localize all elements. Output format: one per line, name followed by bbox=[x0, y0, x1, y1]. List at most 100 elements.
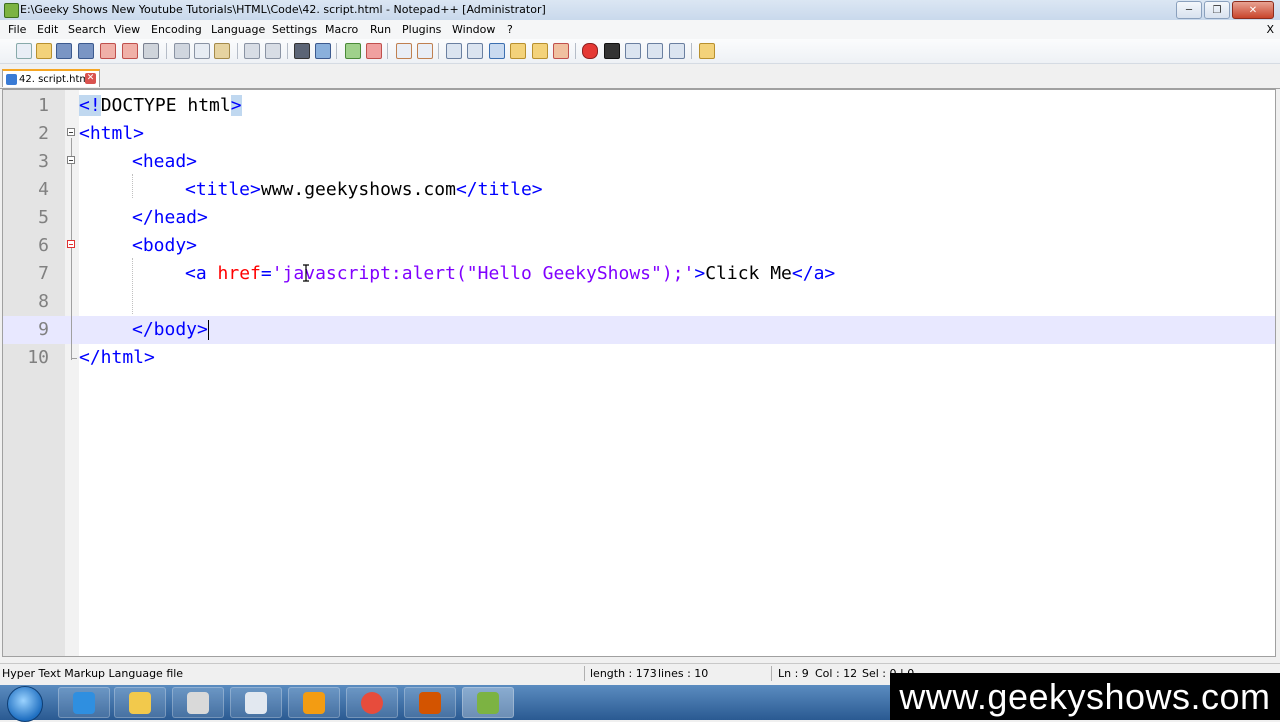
save-macro-icon[interactable] bbox=[669, 43, 685, 59]
sync-horizontal-icon[interactable] bbox=[417, 43, 433, 59]
launch-browser-icon[interactable] bbox=[699, 43, 715, 59]
body-close-tag: </body> bbox=[132, 319, 208, 340]
chrome-icon bbox=[361, 691, 383, 714]
menu-window[interactable]: Window bbox=[452, 23, 495, 36]
line-content: <head> bbox=[132, 148, 197, 176]
run-macro-multiple-icon[interactable] bbox=[647, 43, 663, 59]
taskbar-powerpoint[interactable] bbox=[404, 687, 456, 718]
undo-icon[interactable] bbox=[244, 43, 260, 59]
toolbar-separator bbox=[166, 43, 167, 59]
menu-view[interactable]: View bbox=[114, 23, 140, 36]
menu-edit[interactable]: Edit bbox=[37, 23, 58, 36]
open-file-icon[interactable] bbox=[36, 43, 52, 59]
stop-macro-icon[interactable] bbox=[604, 43, 620, 59]
menu-plugins[interactable]: Plugins bbox=[402, 23, 441, 36]
line-content: <a href='javascript:alert("Hello GeekySh… bbox=[185, 260, 835, 288]
user-language-icon[interactable] bbox=[510, 43, 526, 59]
notepad-plus-plus-icon bbox=[4, 3, 19, 18]
sync-vertical-icon[interactable] bbox=[396, 43, 412, 59]
watermark-text: www.geekyshows.com bbox=[899, 675, 1271, 717]
menu-search[interactable]: Search bbox=[68, 23, 106, 36]
close-icon[interactable] bbox=[100, 43, 116, 59]
minimize-button[interactable]: ─ bbox=[1176, 1, 1202, 19]
toolbar-separator bbox=[575, 43, 576, 59]
line-number: 1 bbox=[38, 95, 49, 116]
text-caret bbox=[207, 320, 209, 340]
line-content: <body> bbox=[132, 232, 197, 260]
body-open-tag: <body> bbox=[132, 235, 198, 256]
indent-guide-icon[interactable] bbox=[489, 43, 505, 59]
find-icon[interactable] bbox=[294, 43, 310, 59]
taskbar-file-explorer[interactable] bbox=[114, 687, 166, 718]
menu-help[interactable]: ? bbox=[507, 23, 513, 36]
internet-explorer-icon bbox=[73, 691, 95, 714]
code-line: 3 <head> bbox=[3, 148, 1275, 176]
replace-icon[interactable] bbox=[315, 43, 331, 59]
taskbar-reader[interactable] bbox=[172, 687, 224, 718]
snipping-tool-icon bbox=[245, 691, 267, 714]
menu-bar: File Edit Search View Encoding Language … bbox=[0, 20, 1280, 39]
anchor-text: Click Me bbox=[705, 263, 792, 284]
word-wrap-icon[interactable] bbox=[446, 43, 462, 59]
paste-icon[interactable] bbox=[214, 43, 230, 59]
taskbar-snipping-tool[interactable] bbox=[230, 687, 282, 718]
close-document-button[interactable]: X bbox=[1266, 23, 1274, 36]
menu-macro[interactable]: Macro bbox=[325, 23, 358, 36]
toolbar-separator bbox=[691, 43, 692, 59]
code-line: 2 <html> bbox=[3, 120, 1275, 148]
anchor-gt-token: > bbox=[694, 263, 706, 284]
print-icon[interactable] bbox=[143, 43, 159, 59]
code-editor[interactable]: 1 <!DOCTYPE html> 2 <html> 3 <head> 4 <t… bbox=[2, 89, 1276, 657]
menu-file[interactable]: File bbox=[8, 23, 26, 36]
file-explorer-icon bbox=[129, 691, 151, 714]
toolbar-separator bbox=[387, 43, 388, 59]
ibeam-cursor-icon bbox=[303, 264, 309, 282]
line-number: 8 bbox=[38, 291, 49, 312]
anchor-close-tag: </a> bbox=[791, 263, 836, 284]
menu-settings[interactable]: Settings bbox=[272, 23, 317, 36]
status-length: length : 173 bbox=[590, 667, 657, 680]
taskbar-media-player[interactable] bbox=[288, 687, 340, 718]
anchor-open-tag: <a bbox=[185, 263, 218, 284]
function-list-icon[interactable] bbox=[553, 43, 569, 59]
play-macro-icon[interactable] bbox=[625, 43, 641, 59]
close-button[interactable]: ✕ bbox=[1232, 1, 1274, 19]
save-all-icon[interactable] bbox=[78, 43, 94, 59]
window-controls: ─ ❐ ✕ bbox=[1176, 1, 1274, 19]
media-player-icon bbox=[303, 691, 325, 714]
cut-icon[interactable] bbox=[174, 43, 190, 59]
toolbar bbox=[0, 39, 1280, 64]
powerpoint-icon bbox=[419, 691, 441, 714]
menu-language[interactable]: Language bbox=[211, 23, 265, 36]
code-line: 7 <a href='javascript:alert("Hello Geeky… bbox=[3, 260, 1275, 288]
taskbar-internet-explorer[interactable] bbox=[58, 687, 110, 718]
save-icon[interactable] bbox=[56, 43, 72, 59]
doc-map-icon[interactable] bbox=[532, 43, 548, 59]
show-all-chars-icon[interactable] bbox=[467, 43, 483, 59]
line-content: </html> bbox=[79, 344, 155, 372]
close-all-icon[interactable] bbox=[122, 43, 138, 59]
doctype-token: DOCTYPE html bbox=[100, 95, 231, 116]
taskbar-chrome[interactable] bbox=[346, 687, 398, 718]
menu-encoding[interactable]: Encoding bbox=[151, 23, 202, 36]
line-content: </head> bbox=[132, 204, 208, 232]
code-line: 8 bbox=[3, 288, 1275, 316]
restore-button[interactable]: ❐ bbox=[1204, 1, 1230, 19]
tab-close-button[interactable]: ✕ bbox=[85, 73, 96, 84]
zoom-in-icon[interactable] bbox=[345, 43, 361, 59]
toolbar-separator bbox=[336, 43, 337, 59]
new-file-icon[interactable] bbox=[16, 43, 32, 59]
zoom-out-icon[interactable] bbox=[366, 43, 382, 59]
record-macro-icon[interactable] bbox=[582, 43, 598, 59]
taskbar-notepad-plus-plus[interactable] bbox=[462, 687, 514, 718]
copy-icon[interactable] bbox=[194, 43, 210, 59]
code-line: 9 </body> bbox=[3, 316, 1275, 344]
redo-icon[interactable] bbox=[265, 43, 281, 59]
html-close-tag: </html> bbox=[79, 347, 155, 368]
title-text: www.geekyshows.com bbox=[260, 179, 456, 200]
status-col: Col : 12 bbox=[815, 667, 858, 680]
menu-run[interactable]: Run bbox=[370, 23, 391, 36]
start-button[interactable] bbox=[7, 686, 43, 722]
tab-42-script-html[interactable]: 42. script.html ✕ bbox=[2, 69, 100, 87]
line-number: 6 bbox=[38, 235, 49, 256]
